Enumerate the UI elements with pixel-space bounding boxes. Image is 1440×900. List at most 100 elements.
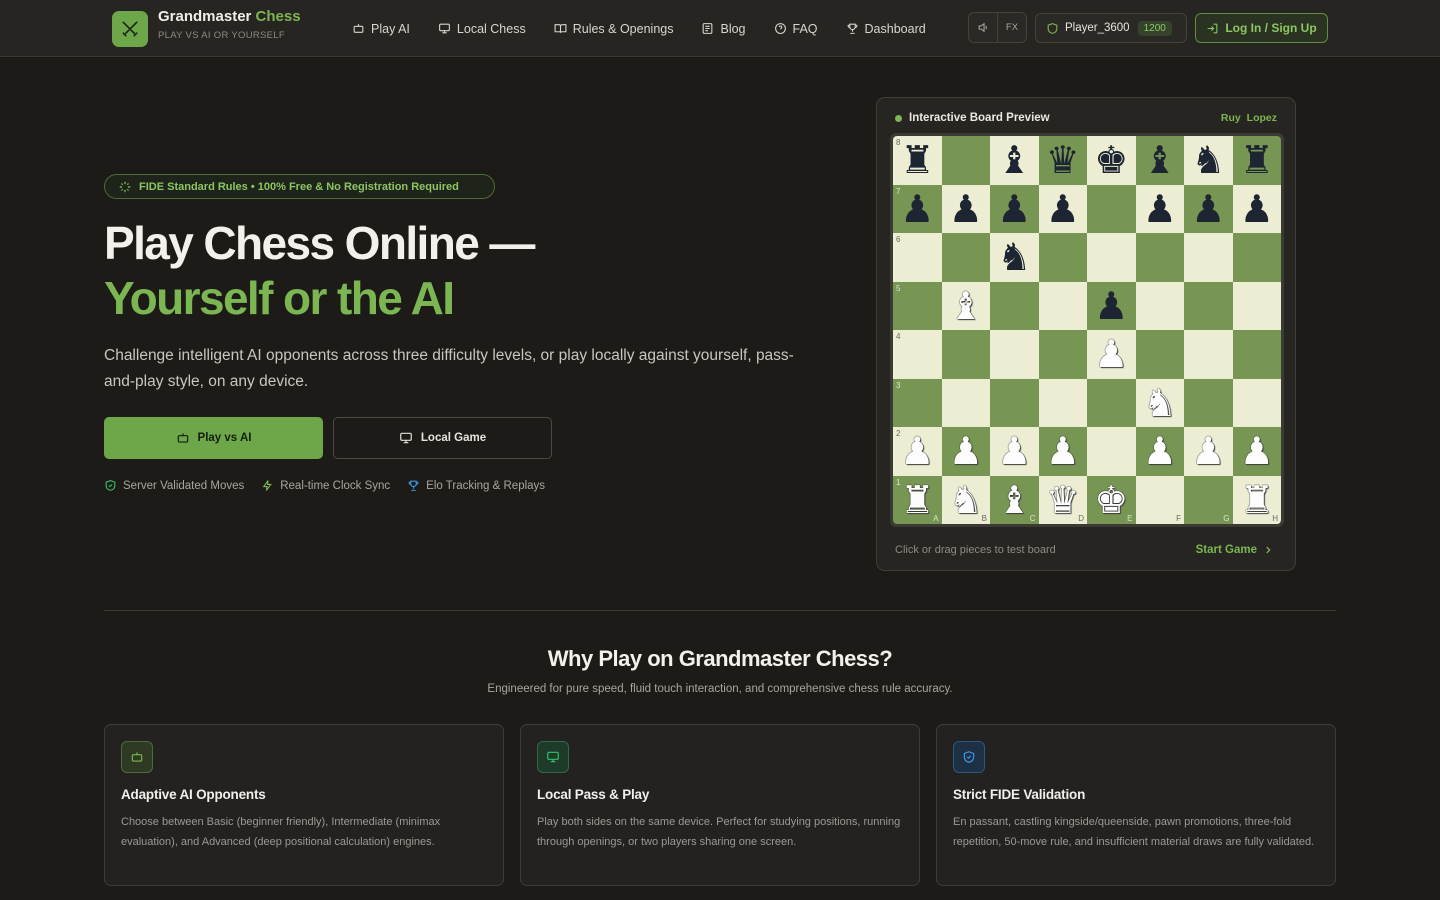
white-king-piece[interactable]: ♚ xyxy=(1094,481,1128,519)
board-square-d8[interactable]: ♛ xyxy=(1038,136,1087,185)
board-square-f7[interactable]: ♟ xyxy=(1135,184,1184,233)
board-square-d4[interactable] xyxy=(1038,330,1087,379)
board-square-d2[interactable]: ♟ xyxy=(1038,427,1087,476)
nav-link-local-chess[interactable]: Local Chess xyxy=(438,22,526,36)
white-pawn-piece[interactable]: ♟ xyxy=(1240,432,1274,470)
board-square-f8[interactable]: ♝ xyxy=(1135,136,1184,185)
sound-toggle-button[interactable] xyxy=(969,13,997,42)
black-pawn-piece[interactable]: ♟ xyxy=(1240,190,1274,228)
white-rook-piece[interactable]: ♜ xyxy=(900,481,934,519)
board-square-e1[interactable]: E ♚ xyxy=(1087,475,1136,524)
board-square-a6[interactable]: 6 xyxy=(893,233,942,282)
board-square-a2[interactable]: 2 ♟ xyxy=(893,427,942,476)
board-square-g2[interactable]: ♟ xyxy=(1184,427,1233,476)
board-square-c2[interactable]: ♟ xyxy=(990,427,1039,476)
board-square-e2[interactable] xyxy=(1087,427,1136,476)
fx-toggle-button[interactable]: FX xyxy=(997,13,1026,42)
board-square-b1[interactable]: B ♞ xyxy=(941,475,990,524)
white-pawn-piece[interactable]: ♟ xyxy=(1191,432,1225,470)
white-rook-piece[interactable]: ♜ xyxy=(1240,481,1274,519)
board-square-c7[interactable]: ♟ xyxy=(990,184,1039,233)
board-square-f3[interactable]: ♞ xyxy=(1135,378,1184,427)
black-rook-piece[interactable]: ♜ xyxy=(1240,141,1274,179)
player-profile-chip[interactable]: Player_3600 1200 xyxy=(1035,13,1187,43)
board-square-a8[interactable]: 8 ♜ xyxy=(893,136,942,185)
board-square-d1[interactable]: D ♛ xyxy=(1038,475,1087,524)
black-pawn-piece[interactable]: ♟ xyxy=(1046,190,1080,228)
board-square-h6[interactable] xyxy=(1232,233,1281,282)
board-square-h8[interactable]: ♜ xyxy=(1232,136,1281,185)
board-square-e4[interactable]: ♟ xyxy=(1087,330,1136,379)
nav-link-dashboard[interactable]: Dashboard xyxy=(846,22,926,36)
board-square-c6[interactable]: ♞ xyxy=(990,233,1039,282)
white-knight-piece[interactable]: ♞ xyxy=(949,481,983,519)
board-square-h5[interactable] xyxy=(1232,281,1281,330)
black-queen-piece[interactable]: ♛ xyxy=(1046,141,1080,179)
white-pawn-piece[interactable]: ♟ xyxy=(997,432,1031,470)
white-bishop-piece[interactable]: ♝ xyxy=(997,481,1031,519)
board-square-b7[interactable]: ♟ xyxy=(941,184,990,233)
white-pawn-piece[interactable]: ♟ xyxy=(949,432,983,470)
board-square-a1[interactable]: 1 A ♜ xyxy=(893,475,942,524)
black-pawn-piece[interactable]: ♟ xyxy=(900,190,934,228)
nav-link-rules-openings[interactable]: Rules & Openings xyxy=(554,22,673,36)
black-king-piece[interactable]: ♚ xyxy=(1094,141,1128,179)
board-square-d5[interactable] xyxy=(1038,281,1087,330)
board-square-c4[interactable] xyxy=(990,330,1039,379)
black-bishop-piece[interactable]: ♝ xyxy=(1143,141,1177,179)
board-square-f2[interactable]: ♟ xyxy=(1135,427,1184,476)
black-pawn-piece[interactable]: ♟ xyxy=(1143,190,1177,228)
white-bishop-piece[interactable]: ♝ xyxy=(949,287,983,325)
black-knight-piece[interactable]: ♞ xyxy=(1191,141,1225,179)
board-square-g1[interactable]: G xyxy=(1184,475,1233,524)
board-square-a3[interactable]: 3 xyxy=(893,378,942,427)
login-signup-button[interactable]: Log In / Sign Up xyxy=(1195,13,1328,43)
nav-link-play-ai[interactable]: Play AI xyxy=(352,22,410,36)
board-square-f5[interactable] xyxy=(1135,281,1184,330)
white-pawn-piece[interactable]: ♟ xyxy=(1094,335,1128,373)
chess-board[interactable]: 8 ♜ ♝ ♛ ♚ ♝ ♞ ♜ 7 ♟ ♟ ♟ ♟ ♟ ♟ ♟ 6 ♞ 5 ♝ ♟ 4 ♟ 3 ♞ 2 ♟ ♟ ♟ ♟ ♟ ♟ ♟ 1 A ♜ B ♞ C ♝… xyxy=(893,136,1281,524)
board-square-a7[interactable]: 7 ♟ xyxy=(893,184,942,233)
white-pawn-piece[interactable]: ♟ xyxy=(900,432,934,470)
black-pawn-piece[interactable]: ♟ xyxy=(1191,190,1225,228)
board-square-e3[interactable] xyxy=(1087,378,1136,427)
board-square-c5[interactable] xyxy=(990,281,1039,330)
board-square-b3[interactable] xyxy=(941,378,990,427)
black-knight-piece[interactable]: ♞ xyxy=(997,238,1031,276)
board-square-c8[interactable]: ♝ xyxy=(990,136,1039,185)
board-square-g4[interactable] xyxy=(1184,330,1233,379)
board-square-h2[interactable]: ♟ xyxy=(1232,427,1281,476)
board-square-b8[interactable] xyxy=(941,136,990,185)
board-square-h7[interactable]: ♟ xyxy=(1232,184,1281,233)
board-square-b5[interactable]: ♝ xyxy=(941,281,990,330)
black-pawn-piece[interactable]: ♟ xyxy=(949,190,983,228)
black-pawn-piece[interactable]: ♟ xyxy=(997,190,1031,228)
board-square-g8[interactable]: ♞ xyxy=(1184,136,1233,185)
board-square-g3[interactable] xyxy=(1184,378,1233,427)
board-square-f6[interactable] xyxy=(1135,233,1184,282)
board-square-a5[interactable]: 5 xyxy=(893,281,942,330)
board-square-c1[interactable]: C ♝ xyxy=(990,475,1039,524)
nav-link-faq[interactable]: FAQ xyxy=(774,22,818,36)
board-square-e6[interactable] xyxy=(1087,233,1136,282)
board-square-h1[interactable]: H ♜ xyxy=(1232,475,1281,524)
brand[interactable]: Grandmaster Chess PLAY VS AI OR YOURSELF xyxy=(158,8,301,41)
board-square-g6[interactable] xyxy=(1184,233,1233,282)
logo[interactable] xyxy=(112,11,148,47)
white-pawn-piece[interactable]: ♟ xyxy=(1046,432,1080,470)
nav-link-blog[interactable]: Blog xyxy=(701,22,746,36)
board-square-c3[interactable] xyxy=(990,378,1039,427)
board-square-f1[interactable]: F xyxy=(1135,475,1184,524)
black-bishop-piece[interactable]: ♝ xyxy=(997,141,1031,179)
board-square-d6[interactable] xyxy=(1038,233,1087,282)
black-pawn-piece[interactable]: ♟ xyxy=(1094,287,1128,325)
board-square-b2[interactable]: ♟ xyxy=(941,427,990,476)
white-pawn-piece[interactable]: ♟ xyxy=(1143,432,1177,470)
board-square-b6[interactable] xyxy=(941,233,990,282)
board-square-g7[interactable]: ♟ xyxy=(1184,184,1233,233)
board-square-h3[interactable] xyxy=(1232,378,1281,427)
local-game-button[interactable]: Local Game xyxy=(333,417,552,459)
board-square-h4[interactable] xyxy=(1232,330,1281,379)
board-square-e7[interactable] xyxy=(1087,184,1136,233)
white-knight-piece[interactable]: ♞ xyxy=(1143,384,1177,422)
